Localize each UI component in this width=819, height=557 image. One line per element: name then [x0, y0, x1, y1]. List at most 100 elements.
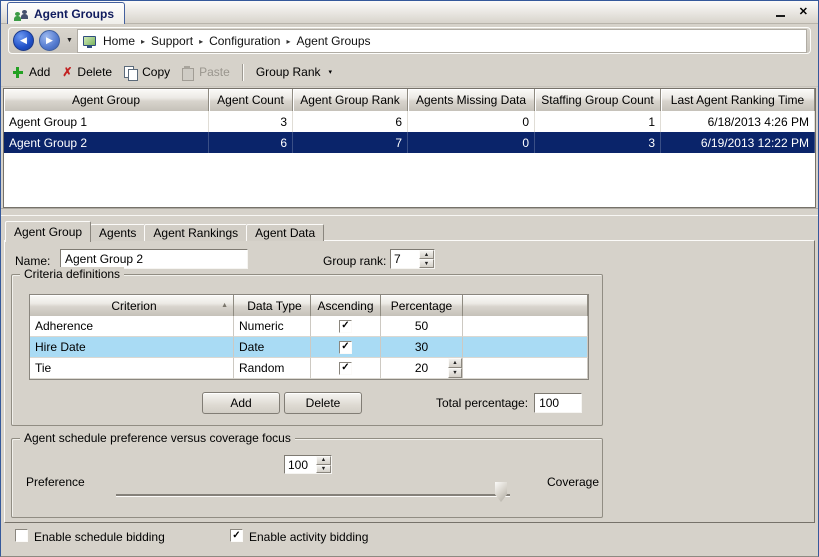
breadcrumb-separator-icon: ▸	[286, 37, 290, 46]
back-button[interactable]: ◀	[13, 30, 34, 51]
toolbar-separator	[242, 64, 244, 81]
column-header-agent-count[interactable]: Agent Count	[209, 89, 293, 111]
breadcrumb-item-configuration[interactable]: Configuration	[209, 34, 280, 48]
tab-agent-data[interactable]: Agent Data	[246, 224, 324, 241]
criteria-delete-button[interactable]: Delete	[284, 392, 362, 414]
column-header-last-agent-ranking-time[interactable]: Last Agent Ranking Time	[661, 89, 815, 111]
cell-agents-missing-data: 0	[408, 132, 535, 153]
name-field[interactable]	[60, 249, 248, 269]
preference-coverage-title: Agent schedule preference versus coverag…	[20, 431, 295, 445]
group-rank-spinner[interactable]: 7 ▲ ▼	[390, 249, 435, 269]
add-button-label: Add	[29, 65, 50, 79]
column-header-criterion[interactable]: Criterion ▲	[30, 295, 234, 316]
table-row-selected[interactable]: Agent Group 2 6 7 0 3 6/19/2013 12:22 PM	[4, 132, 815, 153]
cell-percentage: 30	[381, 337, 463, 358]
column-header-agents-missing-data[interactable]: Agents Missing Data	[408, 89, 535, 111]
paste-button-label: Paste	[199, 65, 230, 79]
cell-filler	[463, 358, 588, 379]
column-header-data-type[interactable]: Data Type	[234, 295, 311, 316]
column-header-staffing-group-count[interactable]: Staffing Group Count	[535, 89, 661, 111]
enable-schedule-bidding-checkbox[interactable]	[15, 529, 28, 542]
detail-panel: Agent Group Agents Agent Rankings Agent …	[1, 215, 818, 556]
copy-button[interactable]: Copy	[118, 63, 176, 81]
cell-ascending: ✓	[311, 316, 381, 337]
column-header-ascending[interactable]: Ascending	[311, 295, 381, 316]
close-icon[interactable]: ✕	[799, 6, 808, 19]
delete-button[interactable]: ✗ Delete	[56, 63, 118, 81]
cell-last-agent-ranking-time: 6/18/2013 4:26 PM	[661, 111, 815, 132]
spin-up-icon[interactable]: ▲	[448, 358, 462, 368]
group-rank-menu-button[interactable]: Group Rank ▾	[250, 63, 338, 81]
group-rank-label: Group Rank	[256, 65, 321, 79]
column-header-percentage[interactable]: Percentage	[381, 295, 463, 316]
enable-schedule-bidding-label[interactable]: Enable schedule bidding	[34, 530, 165, 544]
tab-agent-group[interactable]: Agent Group	[5, 221, 91, 242]
percentage-spinner[interactable]: ▲ ▼	[448, 358, 462, 378]
document-tab-label: Agent Groups	[34, 7, 114, 21]
detail-tabs: Agent Group Agents Agent Rankings Agent …	[5, 220, 324, 241]
cell-data-type: Date	[234, 337, 311, 358]
delete-button-label: Delete	[77, 65, 112, 79]
spin-down-icon[interactable]: ▼	[316, 465, 331, 474]
cell-data-type: Random	[234, 358, 311, 379]
title-bar: Agent Groups ✕	[1, 1, 818, 24]
cell-data-type: Numeric	[234, 316, 311, 337]
enable-activity-bidding-checkbox[interactable]: ✓	[230, 529, 243, 542]
breadcrumb-item-home[interactable]: Home	[103, 34, 135, 48]
cell-filler	[463, 337, 588, 358]
criteria-row[interactable]: Adherence Numeric ✓ 50	[30, 316, 588, 337]
tab-page-agent-group: Name: Group rank: 7 ▲ ▼ Criteria definit…	[4, 240, 815, 523]
breadcrumb-item-agent-groups[interactable]: Agent Groups	[296, 34, 370, 48]
preference-value: 100	[285, 456, 316, 473]
cell-agent-group: Agent Group 2	[4, 132, 209, 153]
ascending-checkbox[interactable]: ✓	[339, 320, 352, 333]
cell-criterion: Hire Date	[30, 337, 234, 358]
total-percentage-field[interactable]: 100	[534, 393, 582, 413]
name-label: Name:	[15, 254, 50, 268]
tab-agent-rankings[interactable]: Agent Rankings	[144, 224, 247, 241]
cell-percentage: 20 ▲ ▼	[381, 358, 463, 379]
column-header-agent-group[interactable]: Agent Group	[4, 89, 209, 111]
spin-down-icon[interactable]: ▼	[448, 368, 462, 378]
breadcrumb-item-support[interactable]: Support	[151, 34, 193, 48]
agent-groups-icon	[13, 7, 29, 21]
paste-icon	[182, 66, 194, 79]
preference-slider-track[interactable]	[116, 494, 510, 496]
tab-agents[interactable]: Agents	[90, 224, 145, 241]
document-tab-agent-groups[interactable]: Agent Groups	[7, 2, 125, 24]
spin-up-icon[interactable]: ▲	[316, 456, 331, 465]
column-header-agent-group-rank[interactable]: Agent Group Rank	[293, 89, 408, 111]
preference-coverage-groupbox: Agent schedule preference versus coverag…	[11, 438, 603, 518]
ascending-checkbox[interactable]: ✓	[339, 362, 352, 375]
criteria-row-selected[interactable]: Hire Date Date ✓ 30	[30, 337, 588, 358]
forward-arrow-icon: ▶	[46, 35, 53, 46]
cell-criterion: Tie	[30, 358, 234, 379]
spin-up-icon[interactable]: ▲	[419, 250, 434, 259]
criteria-add-button[interactable]: Add	[202, 392, 280, 414]
pin-icon[interactable]	[776, 15, 785, 17]
splitter[interactable]	[1, 208, 818, 215]
cell-agent-count: 3	[209, 111, 293, 132]
preference-slider-thumb[interactable]	[495, 482, 507, 502]
table-row[interactable]: Agent Group 1 3 6 0 1 6/18/2013 4:26 PM	[4, 111, 815, 132]
forward-button[interactable]: ▶	[39, 30, 60, 51]
total-percentage: Total percentage: 100	[436, 393, 582, 413]
paste-button[interactable]: Paste	[176, 63, 236, 81]
add-button[interactable]: Add	[6, 63, 56, 81]
preference-spinner[interactable]: 100 ▲ ▼	[284, 455, 332, 474]
cell-agent-count: 6	[209, 132, 293, 153]
criteria-definitions-title: Criteria definitions	[20, 267, 124, 281]
enable-activity-bidding-label[interactable]: Enable activity bidding	[249, 530, 368, 544]
preference-label: Preference	[26, 475, 85, 489]
group-rank-label: Group rank:	[323, 254, 386, 268]
ascending-checkbox[interactable]: ✓	[339, 341, 352, 354]
spin-down-icon[interactable]: ▼	[419, 259, 434, 268]
nav-history-dropdown-icon[interactable]: ▼	[66, 37, 73, 44]
group-rank-value: 7	[391, 250, 419, 268]
navigation-bar-inner: ◀ ▶ ▼ Home ▸ Support ▸ Configuration ▸ A…	[8, 27, 811, 54]
criteria-header-row: Criterion ▲ Data Type Ascending Percenta…	[30, 295, 588, 316]
criteria-row[interactable]: Tie Random ✓ 20 ▲ ▼	[30, 358, 588, 379]
agent-groups-window: Agent Groups ✕ ◀ ▶ ▼ Home ▸ Support ▸ Co…	[0, 0, 819, 557]
back-arrow-icon: ◀	[20, 35, 27, 46]
add-icon	[12, 66, 24, 78]
